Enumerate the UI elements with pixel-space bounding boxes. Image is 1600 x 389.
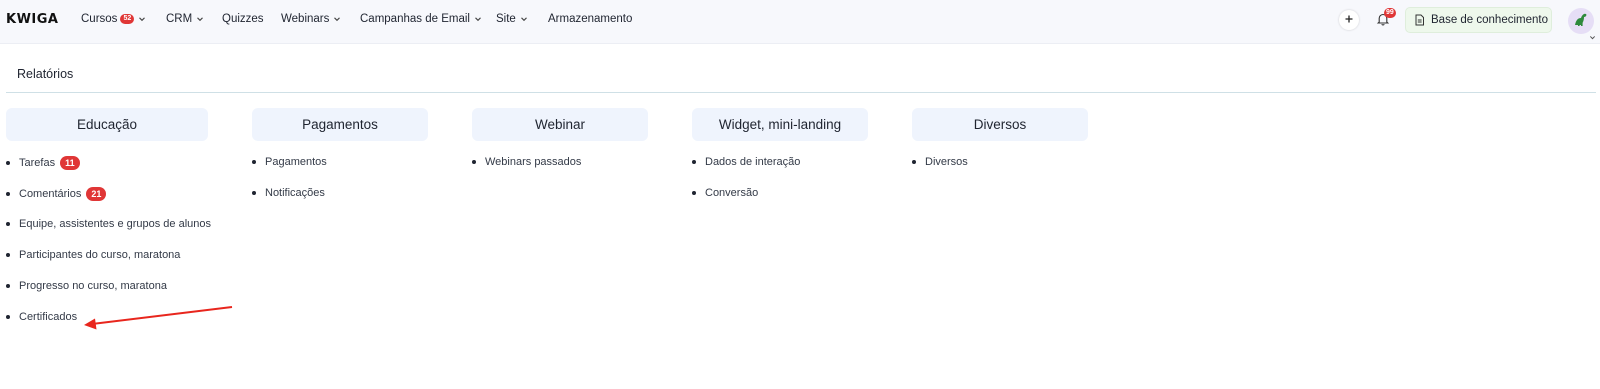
nav-item-label: Quizzes xyxy=(222,13,264,25)
nav-item-label: Campanhas de Email xyxy=(360,13,470,25)
bullet xyxy=(6,253,10,257)
report-link-webinars-passados[interactable]: Webinars passados xyxy=(472,156,581,168)
add-button[interactable] xyxy=(1339,10,1359,30)
report-link-tarefas[interactable]: Tarefas 11 xyxy=(6,156,80,170)
nav-item-quizzes[interactable]: Quizzes xyxy=(222,13,264,25)
report-link-label: Dados de interação xyxy=(705,156,801,168)
nav-item-webinars[interactable]: Webinars xyxy=(281,13,341,25)
bullet xyxy=(6,192,10,196)
report-link-label: Progresso no curso, maratona xyxy=(19,280,167,292)
column-header-educacao: Educação xyxy=(6,108,208,141)
knowledge-base-button[interactable]: Base de conhecimento xyxy=(1405,7,1552,33)
report-link-label: Conversão xyxy=(705,187,759,199)
nav-item-label: Site xyxy=(496,13,516,25)
chevron-down-icon xyxy=(138,15,146,23)
bullet xyxy=(252,160,256,164)
nav-item-label: Cursos xyxy=(81,13,118,25)
nav-item-campanhas-de-email[interactable]: Campanhas de Email xyxy=(360,13,482,25)
bullet xyxy=(6,222,10,226)
chevron-down-icon xyxy=(520,15,528,23)
annotation-arrow-icon xyxy=(84,306,233,330)
column-header-webinar: Webinar xyxy=(472,108,648,141)
title-divider xyxy=(6,92,1596,93)
report-link-comentarios[interactable]: Comentários 21 xyxy=(6,187,107,201)
bullet xyxy=(6,161,10,165)
report-link-label: Participantes do curso, maratona xyxy=(19,249,181,261)
report-link-participantes[interactable]: Participantes do curso, maratona xyxy=(6,249,180,261)
nav-item-cursos[interactable]: Cursos 52 xyxy=(81,13,146,25)
bullet xyxy=(692,160,696,164)
report-link-label: Webinars passados xyxy=(485,156,582,168)
chevron-down-icon xyxy=(333,15,341,23)
document-icon xyxy=(1414,14,1425,26)
report-link-pagamentos[interactable]: Pagamentos xyxy=(252,156,327,168)
kwiga-logo[interactable]: KWIGA xyxy=(6,12,58,27)
nav-item-site[interactable]: Site xyxy=(496,13,528,25)
page-title: Relatórios xyxy=(17,67,74,81)
tarefas-count-badge: 11 xyxy=(60,156,80,170)
report-link-equipe[interactable]: Equipe, assistentes e grupos de alunos xyxy=(6,218,211,230)
cursos-count-badge: 52 xyxy=(120,14,135,24)
notifications-button[interactable]: 99 xyxy=(1372,8,1396,32)
bullet xyxy=(6,284,10,288)
column-header-widget: Widget, mini-landing xyxy=(692,108,868,141)
report-link-conversao[interactable]: Conversão xyxy=(692,187,758,199)
nav-item-label: Armazenamento xyxy=(548,13,633,25)
chevron-down-icon xyxy=(474,15,482,23)
knowledge-base-label: Base de conhecimento xyxy=(1431,14,1548,26)
report-link-diversos[interactable]: Diversos xyxy=(912,156,968,168)
nav-item-armazenamento[interactable]: Armazenamento xyxy=(548,13,632,25)
report-link-progresso[interactable]: Progresso no curso, maratona xyxy=(6,280,167,292)
report-link-certificados[interactable]: Certificados xyxy=(6,311,77,323)
bullet xyxy=(912,160,916,164)
dinosaur-avatar-icon xyxy=(1572,10,1590,33)
nav-item-crm[interactable]: CRM xyxy=(166,13,204,25)
nav-item-label: Webinars xyxy=(281,13,330,25)
bullet xyxy=(6,315,10,319)
report-link-label: Comentários xyxy=(19,188,82,200)
top-navbar: KWIGA Cursos 52 CRM Quizzes Webinars Cam… xyxy=(0,0,1600,44)
bullet xyxy=(472,160,476,164)
plus-icon xyxy=(1344,11,1354,29)
report-link-label: Diversos xyxy=(925,156,968,168)
column-header-pagamentos: Pagamentos xyxy=(252,108,428,141)
report-link-label: Notificações xyxy=(265,187,325,199)
report-link-dados-de-interacao[interactable]: Dados de interação xyxy=(692,156,800,168)
column-header-diversos: Diversos xyxy=(912,108,1088,141)
report-link-notificacoes[interactable]: Notificações xyxy=(252,187,325,199)
nav-item-label: CRM xyxy=(166,13,193,25)
report-link-label: Tarefas xyxy=(19,157,56,169)
report-link-label: Pagamentos xyxy=(265,156,327,168)
comentarios-count-badge: 21 xyxy=(86,187,107,201)
report-link-label: Certificados xyxy=(19,311,78,323)
chevron-down-icon xyxy=(196,15,204,23)
report-link-label: Equipe, assistentes e grupos de alunos xyxy=(19,218,212,230)
bullet xyxy=(692,191,696,195)
notifications-count-badge: 99 xyxy=(1384,8,1396,18)
chevron-down-icon xyxy=(1589,28,1596,46)
bullet xyxy=(252,191,256,195)
